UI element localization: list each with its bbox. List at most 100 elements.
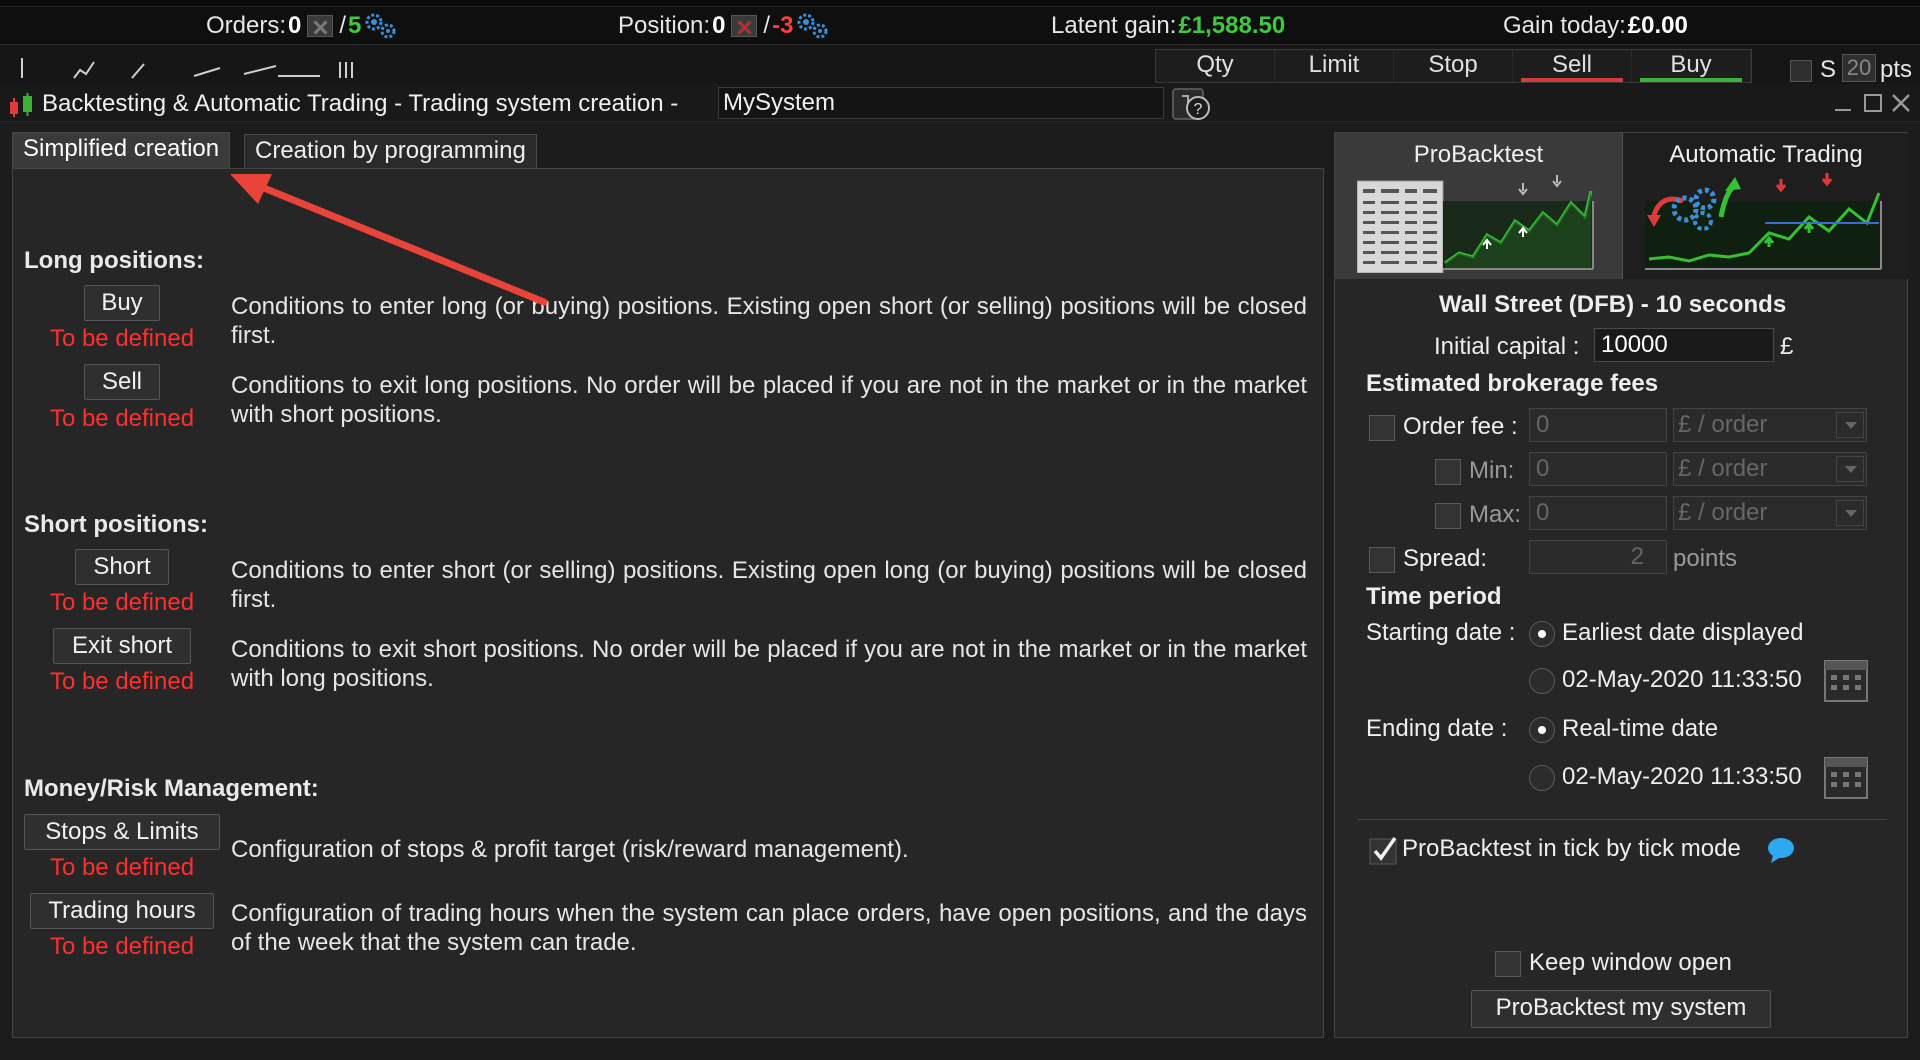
- tab-sell[interactable]: Sell: [1513, 50, 1632, 82]
- min-fee-unit-select[interactable]: £ / order: [1673, 452, 1867, 486]
- svg-text:?: ?: [1194, 101, 1203, 118]
- maximize-icon[interactable]: [1860, 90, 1886, 116]
- stops-limits-description: Configuration of stops & profit target (…: [231, 836, 909, 863]
- status-strip: [0, 0, 1920, 7]
- tick-mode-checkbox[interactable]: [1369, 835, 1399, 865]
- chevron-down-icon: [1836, 412, 1864, 438]
- keep-window-open-label: Keep window open: [1529, 949, 1732, 976]
- min-fee-checkbox[interactable]: [1435, 459, 1461, 485]
- orders-status: Orders: 0 / 5: [206, 12, 397, 40]
- stops-limits-button[interactable]: Stops & Limits: [24, 814, 220, 850]
- exit-short-description: Conditions to exit short positions. No o…: [231, 636, 1307, 692]
- calendar-icon[interactable]: [1823, 655, 1869, 703]
- gears-icon[interactable]: [363, 12, 397, 40]
- max-fee-checkbox[interactable]: [1435, 503, 1461, 529]
- end-realtime-label: Real-time date: [1562, 715, 1719, 742]
- start-custom-radio[interactable]: [1529, 668, 1555, 694]
- start-earliest-radio[interactable]: [1529, 621, 1555, 647]
- exit-short-status: To be defined: [49, 668, 195, 695]
- position-value: 0: [712, 12, 726, 39]
- orders-sep: /: [339, 12, 347, 39]
- short-button[interactable]: Short: [75, 549, 169, 585]
- drawing-tools-icon[interactable]: [14, 52, 374, 82]
- tab-probacktest[interactable]: ProBacktest: [1335, 133, 1622, 279]
- tab-creation-by-programming[interactable]: Creation by programming: [244, 134, 537, 168]
- stop-label: S: [1820, 56, 1837, 83]
- order-fee-checkbox[interactable]: [1369, 415, 1395, 441]
- chevron-down-icon: [1836, 500, 1864, 526]
- end-custom-radio[interactable]: [1529, 765, 1555, 791]
- window-title: Backtesting & Automatic Trading - Tradin…: [42, 90, 679, 117]
- tab-buy[interactable]: Buy: [1632, 50, 1751, 82]
- tab-automatic-trading-label: Automatic Trading: [1669, 141, 1863, 168]
- stop-points-input[interactable]: 20: [1842, 54, 1876, 82]
- starting-date-label: Starting date :: [1366, 619, 1516, 646]
- stops-limits-status: To be defined: [49, 854, 195, 881]
- buy-button[interactable]: Buy: [84, 285, 160, 321]
- position-status: Position: 0 / -3: [618, 12, 829, 40]
- order-fee-unit-select[interactable]: £ / order: [1673, 408, 1867, 442]
- short-positions-heading: Short positions:: [24, 511, 208, 538]
- automatic-trading-chart-icon: [1645, 173, 1882, 270]
- probacktest-my-system-button[interactable]: ProBacktest my system: [1471, 990, 1771, 1028]
- points-label: pts: [1880, 56, 1913, 83]
- simplified-creation-panel: Long positions: Buy To be defined Condit…: [12, 168, 1324, 1038]
- latent-gain: Latent gain: £1,588.50: [1051, 12, 1285, 40]
- status-bar: Orders: 0 / 5 Position: 0 / -3 Latent ga…: [0, 0, 1920, 45]
- position-label: Position:: [618, 12, 711, 39]
- tab-automatic-trading[interactable]: Automatic Trading: [1622, 133, 1909, 279]
- max-fee-unit-select[interactable]: £ / order: [1673, 496, 1867, 530]
- window-titlebar: Backtesting & Automatic Trading - Tradin…: [0, 84, 1920, 122]
- calendar-icon[interactable]: [1823, 752, 1869, 800]
- help-icon[interactable]: ?: [1170, 86, 1214, 122]
- tab-simplified-creation[interactable]: Simplified creation: [12, 132, 231, 168]
- close-icon[interactable]: [1888, 90, 1914, 116]
- order-fee-label: Order fee :: [1403, 413, 1518, 440]
- orders-value: 0: [288, 12, 302, 39]
- latent-gain-value: £1,588.50: [1178, 12, 1286, 39]
- sell-button[interactable]: Sell: [84, 364, 160, 400]
- buy-status: To be defined: [49, 325, 195, 352]
- spread-unit: points: [1673, 545, 1738, 572]
- divider: [1357, 819, 1887, 820]
- trading-hours-button[interactable]: Trading hours: [30, 893, 214, 929]
- keep-window-open-checkbox[interactable]: [1495, 951, 1521, 977]
- spread-input[interactable]: 2: [1529, 540, 1667, 574]
- capital-currency: £: [1780, 333, 1794, 360]
- money-risk-heading: Money/Risk Management:: [24, 775, 319, 802]
- candlestick-app-icon: [10, 93, 32, 117]
- short-description: Conditions to enter short (or selling) p…: [231, 557, 1307, 613]
- info-bubble-icon[interactable]: [1767, 837, 1795, 863]
- orders-label: Orders:: [206, 12, 287, 39]
- stop-checkbox[interactable]: [1790, 60, 1812, 82]
- tab-qty[interactable]: Qty: [1156, 50, 1275, 82]
- time-period-heading: Time period: [1366, 583, 1502, 610]
- exit-short-button[interactable]: Exit short: [53, 628, 191, 664]
- instrument-label: Wall Street (DFB) - 10 seconds: [1439, 291, 1787, 318]
- long-positions-heading: Long positions:: [24, 247, 204, 274]
- annotation-arrow: [230, 174, 548, 306]
- spread-label: Spread:: [1403, 545, 1488, 572]
- short-status: To be defined: [49, 589, 195, 616]
- max-fee-label: Max:: [1469, 501, 1522, 528]
- gears-icon[interactable]: [795, 12, 829, 40]
- min-fee-input[interactable]: 0: [1529, 452, 1667, 486]
- orders-auto-value: 5: [348, 12, 362, 39]
- cancel-orders-icon[interactable]: [307, 15, 334, 37]
- order-ticket-tabs: Qty Limit Stop Sell Buy: [1155, 49, 1752, 83]
- probacktest-chart-icon: [1357, 175, 1594, 273]
- max-fee-input[interactable]: 0: [1529, 496, 1667, 530]
- tick-mode-label: ProBacktest in tick by tick mode: [1402, 835, 1741, 862]
- end-realtime-radio[interactable]: [1529, 717, 1555, 743]
- gain-today: Gain today: £0.00: [1503, 12, 1688, 40]
- minimize-icon[interactable]: [1830, 90, 1856, 116]
- close-position-icon[interactable]: [731, 15, 758, 37]
- tab-stop[interactable]: Stop: [1394, 50, 1513, 82]
- min-fee-label: Min:: [1469, 457, 1515, 484]
- system-name-input[interactable]: MySystem: [718, 87, 1164, 119]
- sell-description: Conditions to exit long positions. No or…: [231, 372, 1307, 428]
- initial-capital-input[interactable]: 10000: [1594, 328, 1774, 362]
- spread-checkbox[interactable]: [1369, 547, 1395, 573]
- tab-limit[interactable]: Limit: [1275, 50, 1394, 82]
- order-fee-input[interactable]: 0: [1529, 408, 1667, 442]
